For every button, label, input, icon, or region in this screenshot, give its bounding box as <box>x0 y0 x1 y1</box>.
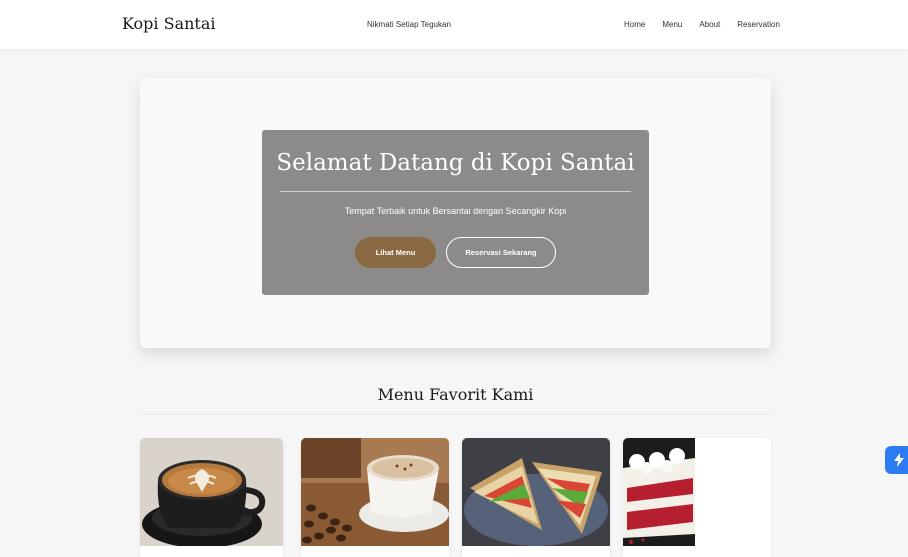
view-menu-button[interactable]: Lihat Menu <box>355 237 436 268</box>
red-velvet-cake-image <box>623 438 695 546</box>
nav-links: Home Menu About Reservation <box>624 20 780 29</box>
lightning-icon <box>894 453 904 467</box>
menu-card-latte[interactable] <box>140 438 283 557</box>
floating-action-button[interactable] <box>885 446 908 474</box>
nav-home-link[interactable]: Home <box>624 20 645 29</box>
section-divider <box>140 414 771 415</box>
brand-logo[interactable]: Kopi Santai <box>122 14 216 33</box>
club-sandwich-image <box>462 438 610 546</box>
reserve-now-button[interactable]: Reservasi Sekarang <box>446 237 556 268</box>
menu-card-cappuccino[interactable] <box>301 438 449 557</box>
tagline: Nikmati Setiap Tegukan <box>367 20 451 29</box>
latte-art-coffee-image <box>140 438 283 546</box>
hero-subtitle: Tempat Terbaik untuk Bersantai dengan Se… <box>344 206 567 216</box>
menu-section-title: Menu Favorit Kami <box>377 385 534 404</box>
hero-title: Selamat Datang di Kopi Santai <box>276 150 635 176</box>
cappuccino-image <box>301 438 449 546</box>
menu-card-sandwich[interactable] <box>462 438 610 557</box>
menu-card-cake[interactable] <box>623 438 771 557</box>
hero-divider <box>280 191 631 192</box>
nav-menu-link[interactable]: Menu <box>662 20 682 29</box>
hero-overlay: Selamat Datang di Kopi Santai Tempat Ter… <box>262 130 649 295</box>
nav-reservation-link[interactable]: Reservation <box>737 20 780 29</box>
nav-about-link[interactable]: About <box>699 20 720 29</box>
hero-card: Selamat Datang di Kopi Santai Tempat Ter… <box>140 78 771 348</box>
navbar: Kopi Santai Nikmati Setiap Tegukan Home … <box>0 0 908 49</box>
